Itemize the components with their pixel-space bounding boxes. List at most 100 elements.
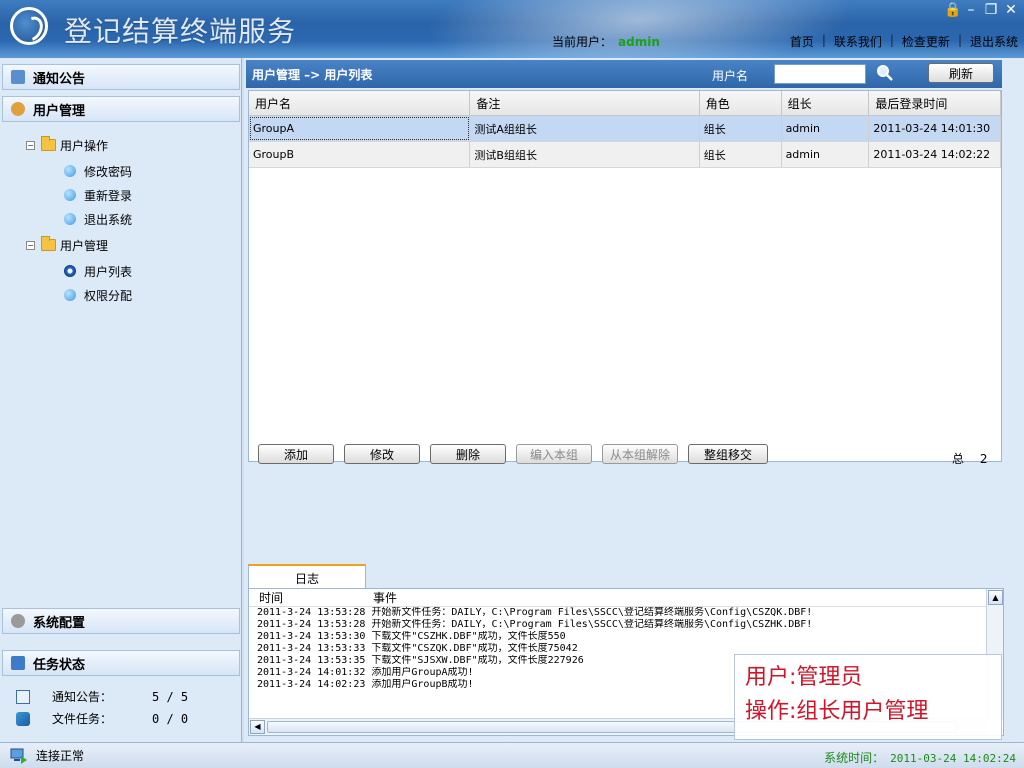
nav-separator: |	[957, 33, 962, 47]
transfer-group-button[interactable]: 整组移交	[688, 444, 768, 464]
nav-separator: |	[889, 33, 894, 47]
collapse-icon[interactable]: −	[26, 140, 35, 150]
remove-from-group-button[interactable]: 从本组解除	[602, 444, 678, 464]
overlay-operation: 操作:组长用户管理	[745, 699, 929, 724]
tree-item-label: 用户列表	[84, 264, 133, 279]
user-panel-header[interactable]: 用户管理	[2, 96, 240, 122]
tree-item-change-password[interactable]: 修改密码	[64, 162, 132, 180]
notice-panel-header[interactable]: 通知公告	[2, 64, 240, 90]
log-line: 2011-3-24 13:53:28 开始新文件任务：DAILY，C:\Prog…	[257, 607, 813, 618]
system-time-label: 系统时间：	[824, 751, 885, 765]
list-icon	[16, 689, 30, 704]
tree-group-user-ops[interactable]: − 用户操作	[26, 136, 108, 154]
tree-item-label: 修改密码	[84, 164, 133, 179]
notice-stat-label: 通知公告：	[52, 690, 113, 704]
config-panel-header[interactable]: 系统配置	[2, 608, 240, 634]
tab-log[interactable]: 日志	[248, 564, 366, 590]
users-icon	[11, 102, 25, 116]
column-header[interactable]: 用户名	[249, 91, 471, 115]
tree-item-user-list[interactable]: 用户列表	[64, 262, 132, 280]
total-value: 2	[979, 452, 988, 466]
tree-group-user-mgmt[interactable]: − 用户管理	[26, 236, 108, 254]
search-label: 用户名	[712, 69, 749, 83]
notice-panel-label: 通知公告	[33, 71, 86, 87]
log-header: 时间 事件	[249, 589, 1003, 607]
tree-item-label: 重新登录	[84, 188, 133, 203]
cell-role: 组长	[700, 142, 782, 167]
current-user-label: 当前用户：	[552, 35, 613, 49]
bullet-icon	[64, 213, 76, 225]
config-panel-label: 系统配置	[33, 615, 86, 631]
tree-item-relogin[interactable]: 重新登录	[64, 186, 132, 204]
app-logo-icon	[10, 7, 48, 45]
bullet-icon	[64, 189, 76, 201]
cell-leader: admin	[782, 116, 870, 141]
user-table: 用户名 备注 角色 组长 最后登录时间 GroupA 测试A组组长 组长 adm…	[248, 90, 1002, 462]
breadcrumb-bar: 用户管理 –> 用户列表 用户名 刷新	[246, 60, 1002, 88]
table-row[interactable]: GroupB 测试B组组长 组长 admin 2011-03-24 14:02:…	[249, 142, 1001, 168]
file-task-stat-value: 0 / 0	[152, 711, 189, 726]
current-user-name: admin	[618, 35, 660, 49]
cell-last-login: 2011-03-24 14:01:30	[869, 116, 1001, 141]
column-header[interactable]: 备注	[470, 91, 700, 115]
task-panel-label: 任务状态	[33, 657, 86, 673]
system-time: 系统时间： 2011-03-24 14:02:24	[824, 749, 1016, 766]
nav-update-link[interactable]: 检查更新	[902, 33, 950, 50]
notice-stat-value: 5 / 5	[152, 689, 189, 704]
tree-item-permissions[interactable]: 权限分配	[64, 286, 132, 304]
close-icon[interactable]: ✕	[1004, 2, 1018, 18]
connection-status: 连接正常	[36, 749, 85, 763]
cell-username: GroupA	[249, 116, 471, 141]
sidebar: 通知公告 用户管理 − 用户操作 修改密码 重新登录 退出系统 − 用户管理 用…	[0, 58, 242, 742]
tree-group-label: 用户管理	[60, 238, 109, 253]
cell-role: 组长	[700, 116, 782, 141]
username-search-input[interactable]	[774, 64, 866, 84]
chevron-up-icon[interactable]: ▲	[988, 590, 1003, 605]
current-user: 当前用户： admin	[552, 33, 660, 50]
tree-group-label: 用户操作	[60, 138, 109, 153]
total-count: 总 2	[952, 450, 987, 467]
task-panel-header[interactable]: 任务状态	[2, 650, 240, 676]
maximize-icon[interactable]: ❐	[984, 2, 998, 18]
transfer-icon	[16, 711, 30, 726]
file-task-stat-label: 文件任务：	[52, 712, 113, 726]
chevron-left-icon[interactable]: ◀	[250, 720, 265, 734]
network-connected-icon	[10, 748, 27, 764]
bullet-icon	[64, 165, 76, 177]
minimize-icon[interactable]: –	[964, 2, 978, 18]
tree-item-label: 退出系统	[84, 212, 133, 227]
nav-exit-link[interactable]: 退出系统	[970, 33, 1018, 50]
title-bar: 登记结算终端服务 当前用户： admin 首页 | 联系我们 | 检查更新 | 退…	[0, 0, 1024, 58]
delete-button[interactable]: 删除	[430, 444, 506, 464]
edit-button[interactable]: 修改	[344, 444, 420, 464]
column-header[interactable]: 角色	[700, 91, 782, 115]
column-header[interactable]: 组长	[782, 91, 870, 115]
table-row[interactable]: GroupA 测试A组组长 组长 admin 2011-03-24 14:01:…	[249, 116, 1001, 142]
log-col-event: 事件	[373, 591, 398, 605]
refresh-button[interactable]: 刷新	[928, 63, 994, 83]
nav-home-link[interactable]: 首页	[790, 33, 814, 50]
collapse-icon[interactable]: −	[26, 240, 35, 250]
column-header[interactable]: 最后登录时间	[869, 91, 1002, 115]
folder-open-icon	[41, 236, 56, 251]
task-icon	[11, 656, 25, 670]
selected-bullet-icon	[64, 265, 76, 277]
notice-stat: 通知公告： 5 / 5	[16, 688, 188, 705]
system-time-value: 2011-03-24 14:02:24	[890, 752, 1016, 765]
nav-contact-link[interactable]: 联系我们	[834, 33, 882, 50]
main-panel: 用户管理 –> 用户列表 用户名 刷新 用户名 备注 角色 组长 最后登录时间 …	[244, 58, 1024, 742]
nav-separator: |	[821, 33, 826, 47]
breadcrumb: 用户管理 –> 用户列表	[252, 67, 373, 82]
add-button[interactable]: 添加	[258, 444, 334, 464]
lock-icon[interactable]: 🔒	[944, 2, 961, 18]
add-to-group-button[interactable]: 编入本组	[516, 444, 592, 464]
app-title: 登记结算终端服务	[64, 15, 297, 48]
cell-last-login: 2011-03-24 14:02:22	[869, 142, 1001, 167]
search-icon[interactable]	[876, 64, 894, 82]
tree-item-exit[interactable]: 退出系统	[64, 210, 132, 228]
table-header: 用户名 备注 角色 组长 最后登录时间	[249, 91, 1002, 116]
cell-remark: 测试A组组长	[470, 116, 700, 141]
bullet-icon	[64, 289, 76, 301]
log-col-time: 时间	[259, 591, 284, 605]
status-bar: 连接正常 系统时间： 2011-03-24 14:02:24	[0, 742, 1024, 768]
